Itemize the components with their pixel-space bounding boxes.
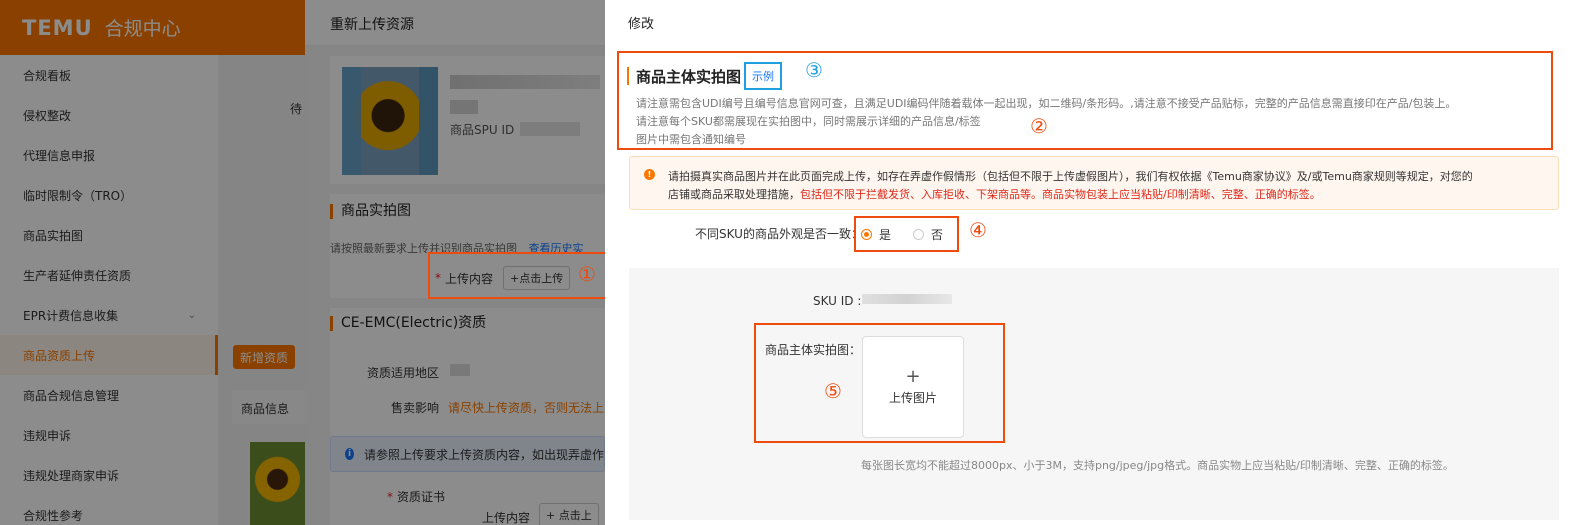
radio-no[interactable]: 否 xyxy=(913,226,943,243)
annotation-number-4: ④ xyxy=(969,218,987,242)
radio-checked-icon xyxy=(861,229,872,240)
annotation-number-2: ② xyxy=(1030,114,1048,138)
warning-icon: ! xyxy=(644,169,655,180)
annotation-number-5: ⑤ xyxy=(824,379,842,403)
annotation-box-5 xyxy=(754,323,1005,443)
radio-unchecked-icon xyxy=(913,229,925,240)
consistency-question: 不同SKU的商品外观是否一致： xyxy=(695,227,863,241)
image-hint: 每张图长宽均不能超过8000px、小于3M，支持png/jpeg/jpg格式。商… xyxy=(861,459,1454,472)
alert-text-red: 包括但不限于拦截发货、入库拒收、下架商品等。商品实物包装上应当粘贴/印制清晰、完… xyxy=(800,188,1321,201)
radio-yes-label: 是 xyxy=(879,228,892,242)
modal-title: 修改 xyxy=(628,17,655,32)
radio-no-label: 否 xyxy=(931,228,944,242)
annotation-number-1: ① xyxy=(578,262,596,286)
warning-alert: ! 请拍摄真实商品图片并在此页面完成上传，如存在弄虚作假情形（包括但不限于上传虚… xyxy=(629,156,1559,210)
alert-text-normal: 店铺或商品采取处理措施， xyxy=(668,188,800,201)
alert-line-1: 请拍摄真实商品图片并在此页面完成上传，如存在弄虚作假情形（包括但不限于上传虚假图… xyxy=(668,170,1473,183)
alert-line-2: 店铺或商品采取处理措施，包括但不限于拦截发货、入库拒收、下架商品等。商品实物包装… xyxy=(668,186,1321,202)
consistency-radio-group: 是 否 xyxy=(861,226,943,243)
sku-id-label: SKU ID : xyxy=(813,294,862,308)
radio-yes[interactable]: 是 xyxy=(861,226,891,243)
sku-id-value-blurred xyxy=(862,294,952,304)
annotation-box-2 xyxy=(617,51,1553,150)
edit-modal: 修改 商品主体实拍图 示例 ③ 请注意需包含UDI编号且编号信息官网可查，且满足… xyxy=(605,0,1575,525)
